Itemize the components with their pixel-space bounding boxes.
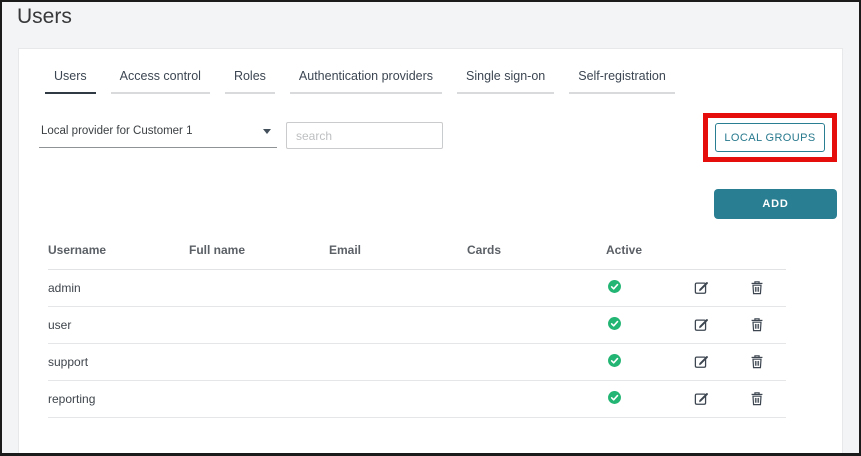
edit-cell [676, 380, 731, 418]
delete-user-button[interactable] [747, 388, 767, 409]
red-highlight-annotation: LOCAL GROUPS [703, 113, 837, 162]
delete-cell [731, 306, 786, 344]
edit-user-button[interactable] [691, 314, 712, 335]
column-header-actions [676, 231, 731, 270]
tab-bar: Users Access control Roles Authenticatio… [45, 69, 690, 94]
edit-icon [694, 392, 708, 405]
tab-authentication-providers[interactable]: Authentication providers [289, 69, 443, 94]
edit-icon [694, 281, 708, 294]
email-cell [329, 380, 467, 418]
tab-single-sign-on[interactable]: Single sign-on [457, 69, 555, 94]
email-cell [329, 306, 467, 344]
search-input[interactable] [286, 122, 443, 149]
cards-cell [467, 343, 606, 381]
column-header-active: Active [606, 231, 676, 270]
column-header-username: Username [48, 231, 189, 270]
username-cell: admin [48, 269, 189, 307]
email-cell [329, 343, 467, 381]
edit-user-button[interactable] [691, 351, 712, 372]
table-row-reporting: reporting [48, 380, 786, 418]
add-button[interactable]: ADD [714, 189, 837, 219]
full-name-cell [189, 343, 329, 381]
trash-icon [751, 391, 762, 405]
active-status-cell [606, 343, 676, 381]
full-name-cell [189, 306, 329, 344]
active-check-icon [608, 390, 621, 404]
full-name-cell [189, 380, 329, 418]
column-header-email: Email [329, 231, 467, 270]
column-header-cards: Cards [467, 231, 606, 270]
delete-cell [731, 269, 786, 307]
active-status-cell [606, 269, 676, 307]
chevron-down-icon [263, 128, 271, 134]
active-check-icon [608, 316, 621, 330]
active-check-icon [608, 279, 621, 293]
edit-cell [676, 269, 731, 307]
delete-cell [731, 380, 786, 418]
delete-user-button[interactable] [747, 351, 767, 372]
active-status-cell [606, 380, 676, 418]
delete-user-button[interactable] [747, 314, 767, 335]
local-groups-button[interactable]: LOCAL GROUPS [715, 123, 825, 152]
table-row-admin: admin [48, 269, 786, 307]
cards-cell [467, 306, 606, 344]
username-cell: support [48, 343, 189, 381]
trash-icon [751, 280, 762, 294]
page-title: Users [17, 5, 72, 28]
full-name-cell [189, 269, 329, 307]
active-status-cell [606, 306, 676, 344]
column-header-full-name: Full name [189, 231, 329, 270]
trash-icon [751, 354, 762, 368]
delete-cell [731, 343, 786, 381]
table-row-user: user [48, 306, 786, 344]
delete-user-button[interactable] [747, 277, 767, 298]
column-header-actions [731, 231, 786, 270]
edit-cell [676, 343, 731, 381]
edit-icon [694, 318, 708, 331]
tab-roles[interactable]: Roles [224, 69, 275, 94]
edit-user-button[interactable] [691, 388, 712, 409]
provider-select[interactable]: Local provider for Customer 1 [39, 115, 277, 148]
content-card: Users Access control Roles Authenticatio… [18, 48, 843, 453]
table-row-support: support [48, 343, 786, 381]
provider-select-value: Local provider for Customer 1 [41, 125, 193, 137]
edit-cell [676, 306, 731, 344]
tab-users[interactable]: Users [45, 69, 96, 94]
trash-icon [751, 317, 762, 331]
users-admin-screen: Users Users Access control Roles Authent… [0, 0, 861, 456]
active-check-icon [608, 353, 621, 367]
edit-icon [694, 355, 708, 368]
cards-cell [467, 380, 606, 418]
username-cell: reporting [48, 380, 189, 418]
email-cell [329, 269, 467, 307]
edit-user-button[interactable] [691, 277, 712, 298]
users-table: Username Full name Email Cards Active ad… [48, 231, 786, 418]
table-header-row: Username Full name Email Cards Active [48, 231, 786, 270]
tab-access-control[interactable]: Access control [110, 69, 210, 94]
tab-self-registration[interactable]: Self-registration [569, 69, 675, 94]
cards-cell [467, 269, 606, 307]
username-cell: user [48, 306, 189, 344]
